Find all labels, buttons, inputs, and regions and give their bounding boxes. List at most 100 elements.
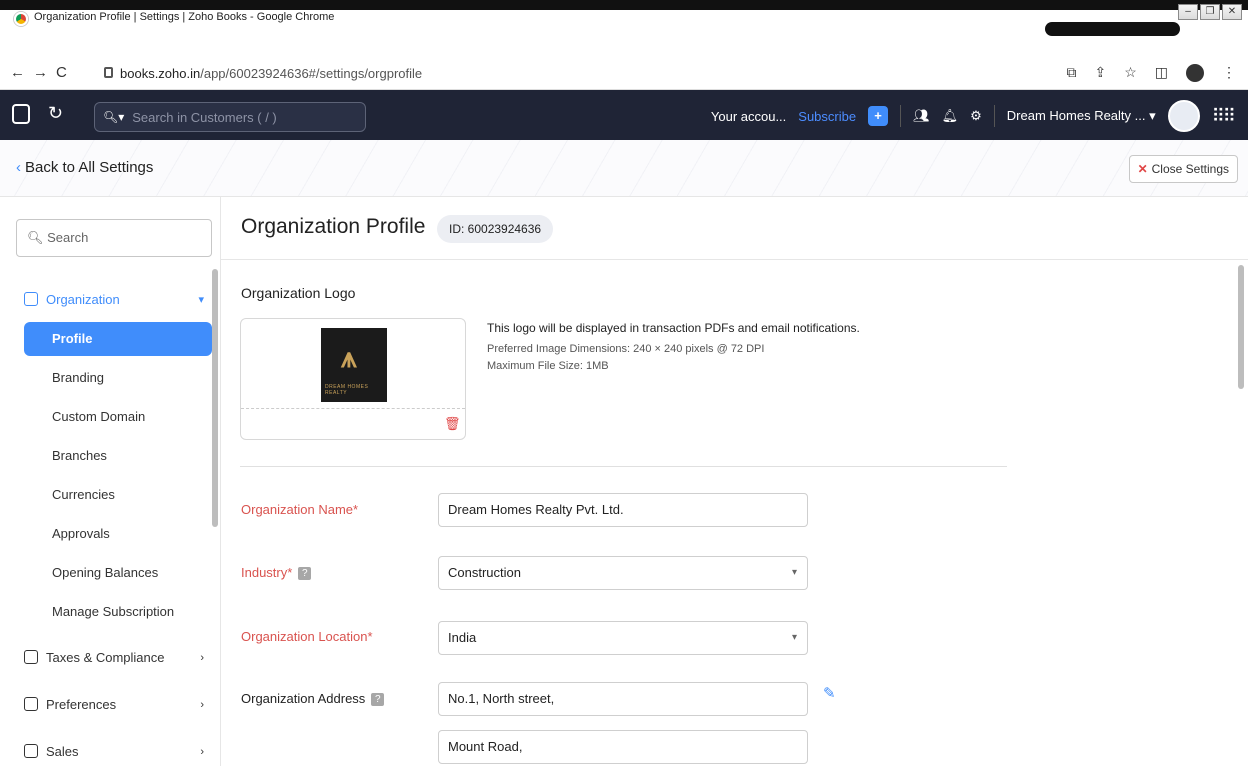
profile-avatar-icon[interactable]	[1186, 64, 1204, 82]
subscribe-link[interactable]: Subscribe	[798, 109, 856, 124]
back-to-settings-link[interactable]: ‹ Back to All Settings	[16, 159, 153, 176]
industry-label-text: Industry*	[241, 565, 293, 580]
sidebar-item-sales[interactable]: Sales ›	[24, 735, 212, 769]
address-bar: ←→C books.zoho.in/app/60023924636#/setti…	[0, 58, 1248, 90]
chevron-right-icon: ›	[200, 652, 204, 664]
tax-icon	[24, 650, 38, 664]
chevron-right-icon: ›	[200, 699, 204, 711]
main-scrollbar[interactable]	[1238, 265, 1244, 389]
sidebar-item-manage-subscription[interactable]: Manage Subscription	[24, 595, 212, 629]
sidebar-item-profile[interactable]: Profile	[24, 322, 212, 356]
address-line1-field[interactable]: No.1, North street,	[438, 682, 808, 716]
browser-tab-strip	[1045, 22, 1180, 36]
page-header: Organization Profile ID: 60023924636	[221, 197, 1248, 260]
location-select[interactable]: India ▾	[438, 621, 808, 655]
close-window-icon[interactable]: ✕	[1222, 4, 1242, 20]
sidebar-item-label: Custom Domain	[52, 409, 146, 424]
gear-icon[interactable]: ⚙	[970, 108, 982, 124]
url-host: books.zoho.in	[120, 66, 201, 81]
industry-label: Industry*	[241, 565, 311, 580]
address-label: Organization Address	[241, 691, 384, 706]
back-label: Back to All Settings	[25, 159, 154, 176]
sidepanel-icon[interactable]: ◫	[1155, 64, 1168, 82]
apps-grid-icon[interactable]: ⠿⠿	[1212, 106, 1236, 127]
browser-title-bar: Organization Profile | Settings | Zoho B…	[0, 0, 1248, 36]
restore-icon[interactable]: ❐	[1200, 4, 1220, 20]
sidebar-search-input[interactable]: 🔍︎ Search	[16, 219, 212, 257]
minimize-icon[interactable]: –	[1178, 4, 1198, 20]
industry-value: Construction	[448, 565, 521, 580]
chevron-down-icon: ▾	[791, 567, 797, 578]
zoho-books-logo-icon[interactable]	[12, 104, 30, 124]
browser-actions: ⧉ ⇪ ☆ ◫ ⋮	[1066, 64, 1236, 82]
account-link[interactable]: Your accou...	[711, 109, 786, 124]
sidebar-search-placeholder: Search	[47, 230, 89, 245]
sidebar-item-label: Branches	[52, 448, 107, 463]
sidebar-item-label: Organization	[46, 292, 120, 307]
bell-icon[interactable]: 🔔︎	[942, 108, 959, 124]
sidebar-item-label: Sales	[46, 744, 79, 759]
main-content: Organization Profile ID: 60023924636 Org…	[221, 197, 1248, 766]
sidebar-item-currencies[interactable]: Currencies	[24, 478, 212, 512]
sidebar-item-branches[interactable]: Branches	[24, 439, 212, 473]
chevron-right-icon: ›	[200, 746, 204, 758]
org-id-badge: ID: 60023924636	[437, 215, 554, 243]
page-title: Organization Profile	[241, 215, 426, 238]
app-top-bar: ↻ 🔍︎▾ Search in Customers ( / ) Your acc…	[0, 90, 1248, 140]
logo-upload-box[interactable]: ⩚ DREAM HOMES REALTY 🗑︎	[240, 318, 466, 440]
lock-icon[interactable]	[104, 67, 113, 78]
sidebar-item-label: Approvals	[52, 526, 110, 541]
org-name-field[interactable]: Dream Homes Realty Pvt. Ltd.	[438, 493, 808, 527]
window-controls: – ❐ ✕	[1178, 4, 1242, 20]
close-icon: ✕	[1137, 162, 1148, 176]
star-icon[interactable]: ☆	[1124, 64, 1137, 82]
address-label-text: Organization Address	[241, 691, 366, 706]
user-avatar[interactable]	[1167, 100, 1200, 132]
logo-size-text: Maximum File Size: 1MB	[487, 360, 609, 372]
sidebar-item-label: Manage Subscription	[52, 604, 175, 619]
divider	[993, 105, 995, 127]
quick-create-button[interactable]: +	[868, 106, 889, 126]
org-switcher[interactable]: Dream Homes Realty ... ▾	[1007, 108, 1156, 124]
close-settings-button[interactable]: ✕ Close Settings	[1128, 155, 1238, 183]
sidebar-item-label: Branding	[52, 370, 105, 385]
divider	[241, 408, 465, 409]
sidebar-item-custom-domain[interactable]: Custom Domain	[24, 400, 212, 434]
global-search-placeholder: Search in Customers ( / )	[132, 109, 277, 125]
edit-pencil-icon[interactable]: ✎	[823, 684, 836, 702]
sidebar-item-label: Preferences	[46, 697, 117, 712]
sidebar-item-opening-balances[interactable]: Opening Balances	[24, 556, 212, 590]
org-name-label: Organization Name*	[241, 502, 359, 517]
refresh-icon[interactable]: ↻	[48, 103, 63, 124]
users-icon[interactable]: 👥︎	[913, 108, 930, 124]
logo-brand-text: DREAM HOMES REALTY	[325, 384, 369, 396]
sidebar-item-label: Taxes & Compliance	[46, 650, 165, 665]
sidebar-item-organization[interactable]: Organization ▾	[24, 283, 212, 317]
logo-info-text: This logo will be displayed in transacti…	[487, 321, 860, 335]
chevron-down-icon: ▾	[791, 632, 797, 643]
more-menu-icon[interactable]: ⋮	[1222, 64, 1236, 82]
organization-icon	[24, 292, 38, 306]
industry-select[interactable]: Construction ▾	[438, 556, 808, 590]
trash-icon[interactable]: 🗑︎	[444, 416, 461, 432]
sidebar-item-preferences[interactable]: Preferences ›	[24, 688, 212, 722]
chevron-down-icon: ▾	[198, 294, 204, 306]
url-field[interactable]: books.zoho.in/app/60023924636#/settings/…	[120, 66, 422, 81]
close-settings-label: Close Settings	[1151, 162, 1229, 176]
divider	[900, 105, 902, 127]
global-search[interactable]: 🔍︎▾ Search in Customers ( / )	[94, 102, 366, 132]
share-icon[interactable]: ⇪	[1094, 64, 1106, 82]
sidebar-scrollbar[interactable]	[212, 269, 218, 527]
sidebar-item-branding[interactable]: Branding	[24, 361, 212, 395]
search-icon[interactable]: 🔍︎▾	[103, 110, 124, 124]
browser-nav-icons[interactable]: ←→C	[10, 64, 75, 81]
sidebar-item-approvals[interactable]: Approvals	[24, 517, 212, 551]
sidebar-item-taxes[interactable]: Taxes & Compliance ›	[24, 641, 212, 675]
location-value: India	[448, 630, 477, 645]
sidebar-item-label: Profile	[52, 331, 93, 346]
translate-icon[interactable]: ⧉	[1066, 64, 1076, 82]
settings-header-bar: ‹ Back to All Settings ✕ Close Settings	[0, 140, 1248, 197]
org-logo-image: ⩚ DREAM HOMES REALTY	[321, 328, 387, 402]
address-line2-field[interactable]: Mount Road,	[438, 730, 808, 764]
divider	[240, 466, 1007, 467]
